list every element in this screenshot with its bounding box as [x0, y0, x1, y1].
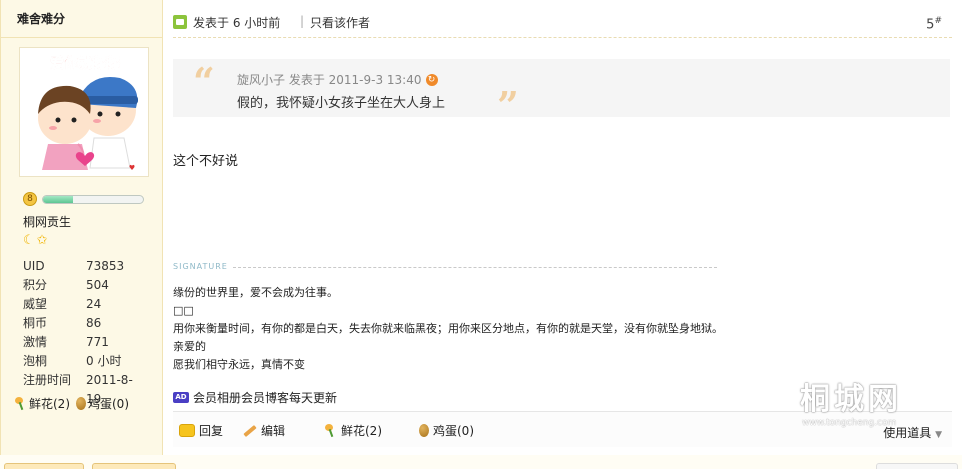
stat-value: 2011-8-19 — [85, 373, 133, 406]
user-group-title[interactable]: 桐网贡生 — [23, 213, 71, 230]
next-tab — [876, 463, 958, 469]
only-author-link[interactable]: 只看该作者 — [310, 14, 370, 31]
jump-to-quote-icon[interactable]: ↻ — [425, 73, 438, 86]
signature-label: SIGNATURE — [173, 262, 228, 271]
next-tab — [4, 463, 84, 469]
egg-icon — [419, 424, 429, 437]
signature-line: 愿我们相守永远，真情不变 — [173, 358, 305, 371]
egg-icon — [76, 397, 86, 410]
author-gifts: 鲜花(2) 鸡蛋(0) — [15, 395, 129, 412]
stat-row: 积分 504 — [23, 276, 148, 295]
author-flowers-count: 鲜花(2) — [29, 397, 70, 411]
floor-number[interactable]: 5# — [926, 16, 942, 32]
user-stats: UID 73853 积分 504 威望 24 桐币 86 激情 771 泡桐 0 小时 注册… — [23, 257, 148, 406]
quote-block: “ 旋风小子 发表于 2011-9-3 13:40 ↻ 假的，我怀疑小女孩子坐在… — [173, 59, 950, 125]
next-post-strip — [0, 455, 962, 469]
reply-icon — [179, 424, 195, 437]
ad-icon: AD — [173, 392, 189, 403]
stat-key: UID — [23, 259, 45, 273]
rank-medal-icon: 8 — [23, 192, 37, 206]
post-header: 发表于 6 小时前 | 只看该作者 5# — [173, 8, 952, 38]
reply-button[interactable]: 回复 — [179, 422, 223, 439]
signature-line: □□ — [173, 304, 194, 317]
author-eggs: 鸡蛋(0) — [76, 395, 129, 412]
stat-key: 桐币 — [23, 316, 48, 330]
avatar-image: 爱你就舔舔 ♥ — [20, 48, 148, 176]
stat-value: 86 — [86, 316, 102, 330]
chevron-down-icon: ▼ — [935, 430, 942, 440]
signature: 缘份的世界里，爱不会成为往事。 □□ 用你来衡量时间，有你的都是白天，失去你就来… — [173, 284, 723, 374]
quote-text: 假的，我怀疑小女孩子坐在大人身上 — [237, 96, 446, 111]
stat-row: 桐币 86 — [23, 314, 148, 333]
site-watermark: 桐城网 www.tongcheng.com — [800, 374, 950, 430]
quote-author-time: 旋风小子 发表于 2011-9-3 13:40 — [237, 73, 422, 87]
online-status-icon — [173, 15, 187, 29]
flower-button[interactable]: 鲜花(2) — [325, 422, 382, 439]
stat-key: 威望 — [23, 297, 48, 311]
stat-key: 积分 — [23, 278, 48, 292]
signature-line: 缘份的世界里，爱不会成为往事。 — [173, 286, 338, 299]
edit-label: 编辑 — [261, 424, 286, 438]
author-name[interactable]: 难舍难分 — [1, 0, 162, 38]
level-progress-fill — [43, 196, 73, 203]
level-progress-bar — [42, 195, 144, 204]
stat-row: 威望 24 — [23, 295, 148, 314]
stat-key: 注册时间 — [23, 373, 72, 387]
watermark-title: 桐城网 — [800, 382, 902, 417]
post-content: 这个不好说 — [173, 154, 239, 169]
rank-row: 8 — [23, 192, 147, 206]
stat-value: 504 — [86, 278, 109, 292]
post-time: 发表于 6 小时前 — [193, 16, 281, 30]
egg-button[interactable]: 鸡蛋(0) — [419, 422, 474, 439]
author-panel: 难舍难分 爱你就舔舔 ♥ 8 桐网贡生 ☾ ✩ UID 73853 积分 504… — [0, 0, 163, 455]
quote-meta: 旋风小子 发表于 2011-9-3 13:40 ↻ — [237, 71, 438, 88]
author-eggs-count: 鸡蛋(0) — [88, 397, 129, 411]
moon-icon: ☾ — [23, 233, 35, 248]
flower-label: 鲜花(2) — [341, 424, 382, 438]
avatar[interactable]: 爱你就舔舔 ♥ — [19, 47, 149, 177]
flower-icon — [15, 397, 27, 410]
egg-label: 鸡蛋(0) — [433, 424, 474, 438]
open-quote-icon: “ — [193, 59, 215, 104]
badges: ☾ ✩ — [23, 233, 48, 249]
stat-key: 泡桐 — [23, 354, 48, 368]
stat-value[interactable]: 73853 — [86, 257, 124, 276]
ad-text[interactable]: 会员相册会员博客每天更新 — [193, 389, 337, 406]
signature-line: 亲爱的 — [173, 340, 206, 353]
author-flowers: 鲜花(2) — [15, 395, 70, 412]
stat-value: 0 小时 — [86, 354, 122, 368]
reply-label: 回复 — [199, 424, 224, 438]
svg-text:♥: ♥ — [129, 164, 135, 172]
edit-icon — [241, 424, 257, 437]
stat-row: 注册时间 2011-8-19 — [23, 371, 148, 406]
flower-icon — [325, 424, 337, 437]
stat-key: 激情 — [23, 335, 48, 349]
stat-row: 泡桐 0 小时 — [23, 352, 148, 371]
signature-line: 用你来衡量时间，有你的都是白天，失去你就来临黑夜；用你来区分地点，有你的就是天堂… — [173, 322, 723, 335]
stat-value: 24 — [86, 297, 102, 311]
stat-row: UID 73853 — [23, 257, 148, 276]
stat-value: 771 — [86, 335, 109, 349]
next-tab — [92, 463, 176, 469]
watermark-url: www.tongcheng.com — [802, 418, 897, 428]
signature-divider — [233, 267, 717, 268]
edit-button[interactable]: 编辑 — [241, 422, 285, 439]
ad-link[interactable]: AD 会员相册会员博客每天更新 — [173, 389, 337, 406]
avatar-caption: 爱你就舔舔 — [50, 55, 121, 72]
star-icon: ✩ — [36, 233, 48, 248]
header-separator: | — [300, 14, 305, 28]
stat-row: 激情 771 — [23, 333, 148, 352]
close-quote-icon: ” — [497, 83, 519, 128]
floor-hash: # — [934, 16, 942, 26]
